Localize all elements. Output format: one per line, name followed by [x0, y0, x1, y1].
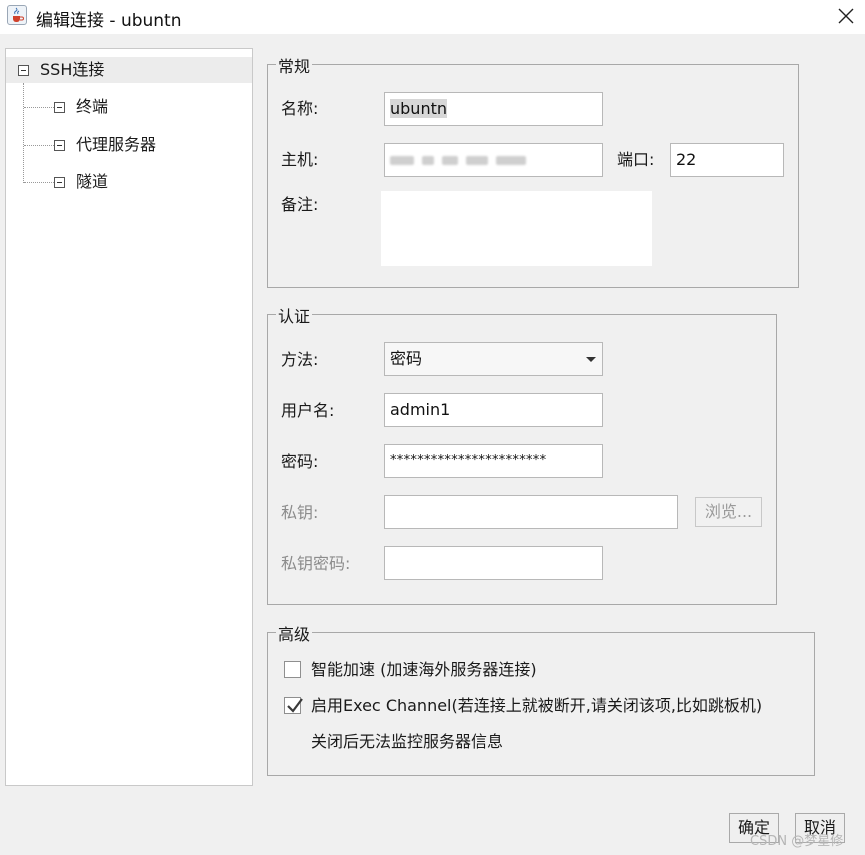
method-value: 密码 — [390, 349, 423, 368]
exec-channel-checkbox[interactable] — [284, 697, 303, 714]
private-key-label: 私钥: — [281, 503, 319, 522]
collapse-icon[interactable] — [54, 102, 65, 113]
note-label: 备注: — [281, 195, 319, 214]
collapse-icon[interactable] — [54, 177, 65, 188]
host-field[interactable] — [384, 143, 603, 177]
window-title: 编辑连接 - ubuntn — [36, 11, 182, 31]
host-label: 主机: — [281, 150, 319, 169]
auth-legend: 认证 — [276, 307, 313, 327]
method-select[interactable]: 密码 — [384, 342, 603, 376]
key-password-label: 私钥密码: — [281, 554, 351, 573]
close-icon — [838, 8, 854, 24]
password-field[interactable]: *********************** — [384, 444, 603, 478]
java-cup-icon — [7, 5, 27, 25]
port-field[interactable]: 22 — [670, 143, 784, 177]
exec-channel-label: 启用Exec Channel(若连接上就被断开,请关闭该项,比如跳板机) — [311, 696, 763, 715]
tree-item-proxy[interactable]: 代理服务器 — [46, 132, 246, 158]
private-key-field[interactable] — [384, 495, 678, 529]
tree-item-ssh[interactable]: SSH连接 — [6, 57, 252, 83]
name-label: 名称: — [281, 99, 319, 118]
chevron-down-icon[interactable] — [586, 357, 596, 362]
tree-item-label: 隧道 — [76, 172, 109, 191]
checkmark-icon — [287, 698, 303, 713]
key-password-field[interactable] — [384, 546, 603, 580]
password-label: 密码: — [281, 452, 319, 471]
method-label: 方法: — [281, 350, 319, 369]
redacted-host — [390, 156, 526, 165]
settings-tree: SSH连接 终端 代理服务器 隧道 — [5, 48, 253, 786]
advanced-legend: 高级 — [276, 625, 313, 645]
note-textarea[interactable] — [381, 191, 652, 266]
tree-item-tunnel[interactable]: 隧道 — [46, 169, 246, 195]
exec-channel-note: 关闭后无法监控服务器信息 — [311, 732, 504, 751]
title-bar: 编辑连接 - ubuntn — [0, 0, 865, 34]
watermark: CSDN @梦星修 — [750, 834, 844, 849]
general-legend: 常规 — [276, 57, 313, 77]
name-value: ubuntn — [390, 99, 447, 118]
close-button[interactable] — [834, 4, 858, 28]
smart-accel-checkbox[interactable] — [284, 661, 301, 678]
username-field[interactable]: admin1 — [384, 393, 603, 427]
browse-button[interactable]: 浏览... — [695, 497, 762, 527]
username-label: 用户名: — [281, 401, 335, 420]
collapse-icon[interactable] — [18, 65, 29, 76]
tree-item-label: 终端 — [76, 97, 109, 116]
tree-item-label: 代理服务器 — [76, 135, 157, 154]
collapse-icon[interactable] — [54, 140, 65, 151]
tree-item-terminal[interactable]: 终端 — [46, 94, 246, 120]
name-field[interactable]: ubuntn — [384, 92, 603, 126]
port-label: 端口: — [617, 150, 655, 169]
tree-item-label: SSH连接 — [40, 60, 105, 79]
smart-accel-label: 智能加速 (加速海外服务器连接) — [311, 660, 537, 679]
